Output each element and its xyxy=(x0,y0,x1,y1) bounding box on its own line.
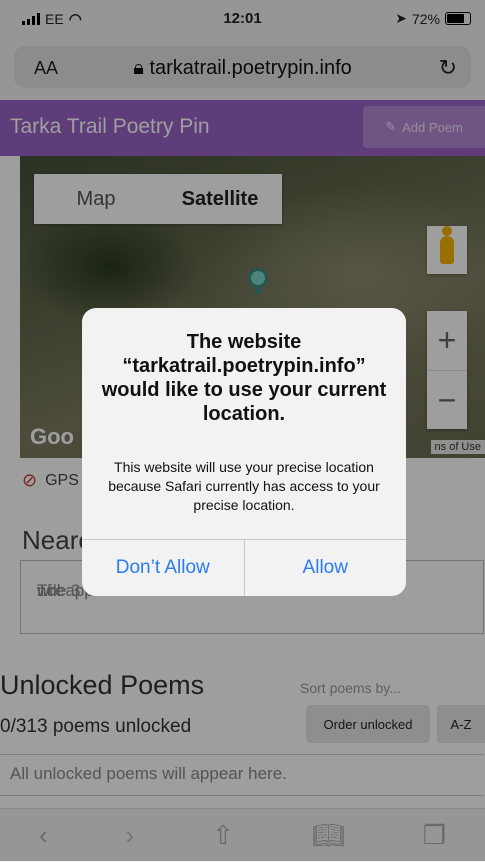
location-permission-alert: The website “tarkatrail.poetrypin.info” … xyxy=(82,308,406,596)
alert-buttons: Don’t Allow Allow xyxy=(82,539,406,596)
alert-title: The website “tarkatrail.poetrypin.info” … xyxy=(101,331,387,425)
allow-button[interactable]: Allow xyxy=(245,540,407,596)
alert-message: This website will use your precise locat… xyxy=(108,459,380,513)
dont-allow-button[interactable]: Don’t Allow xyxy=(82,540,245,596)
